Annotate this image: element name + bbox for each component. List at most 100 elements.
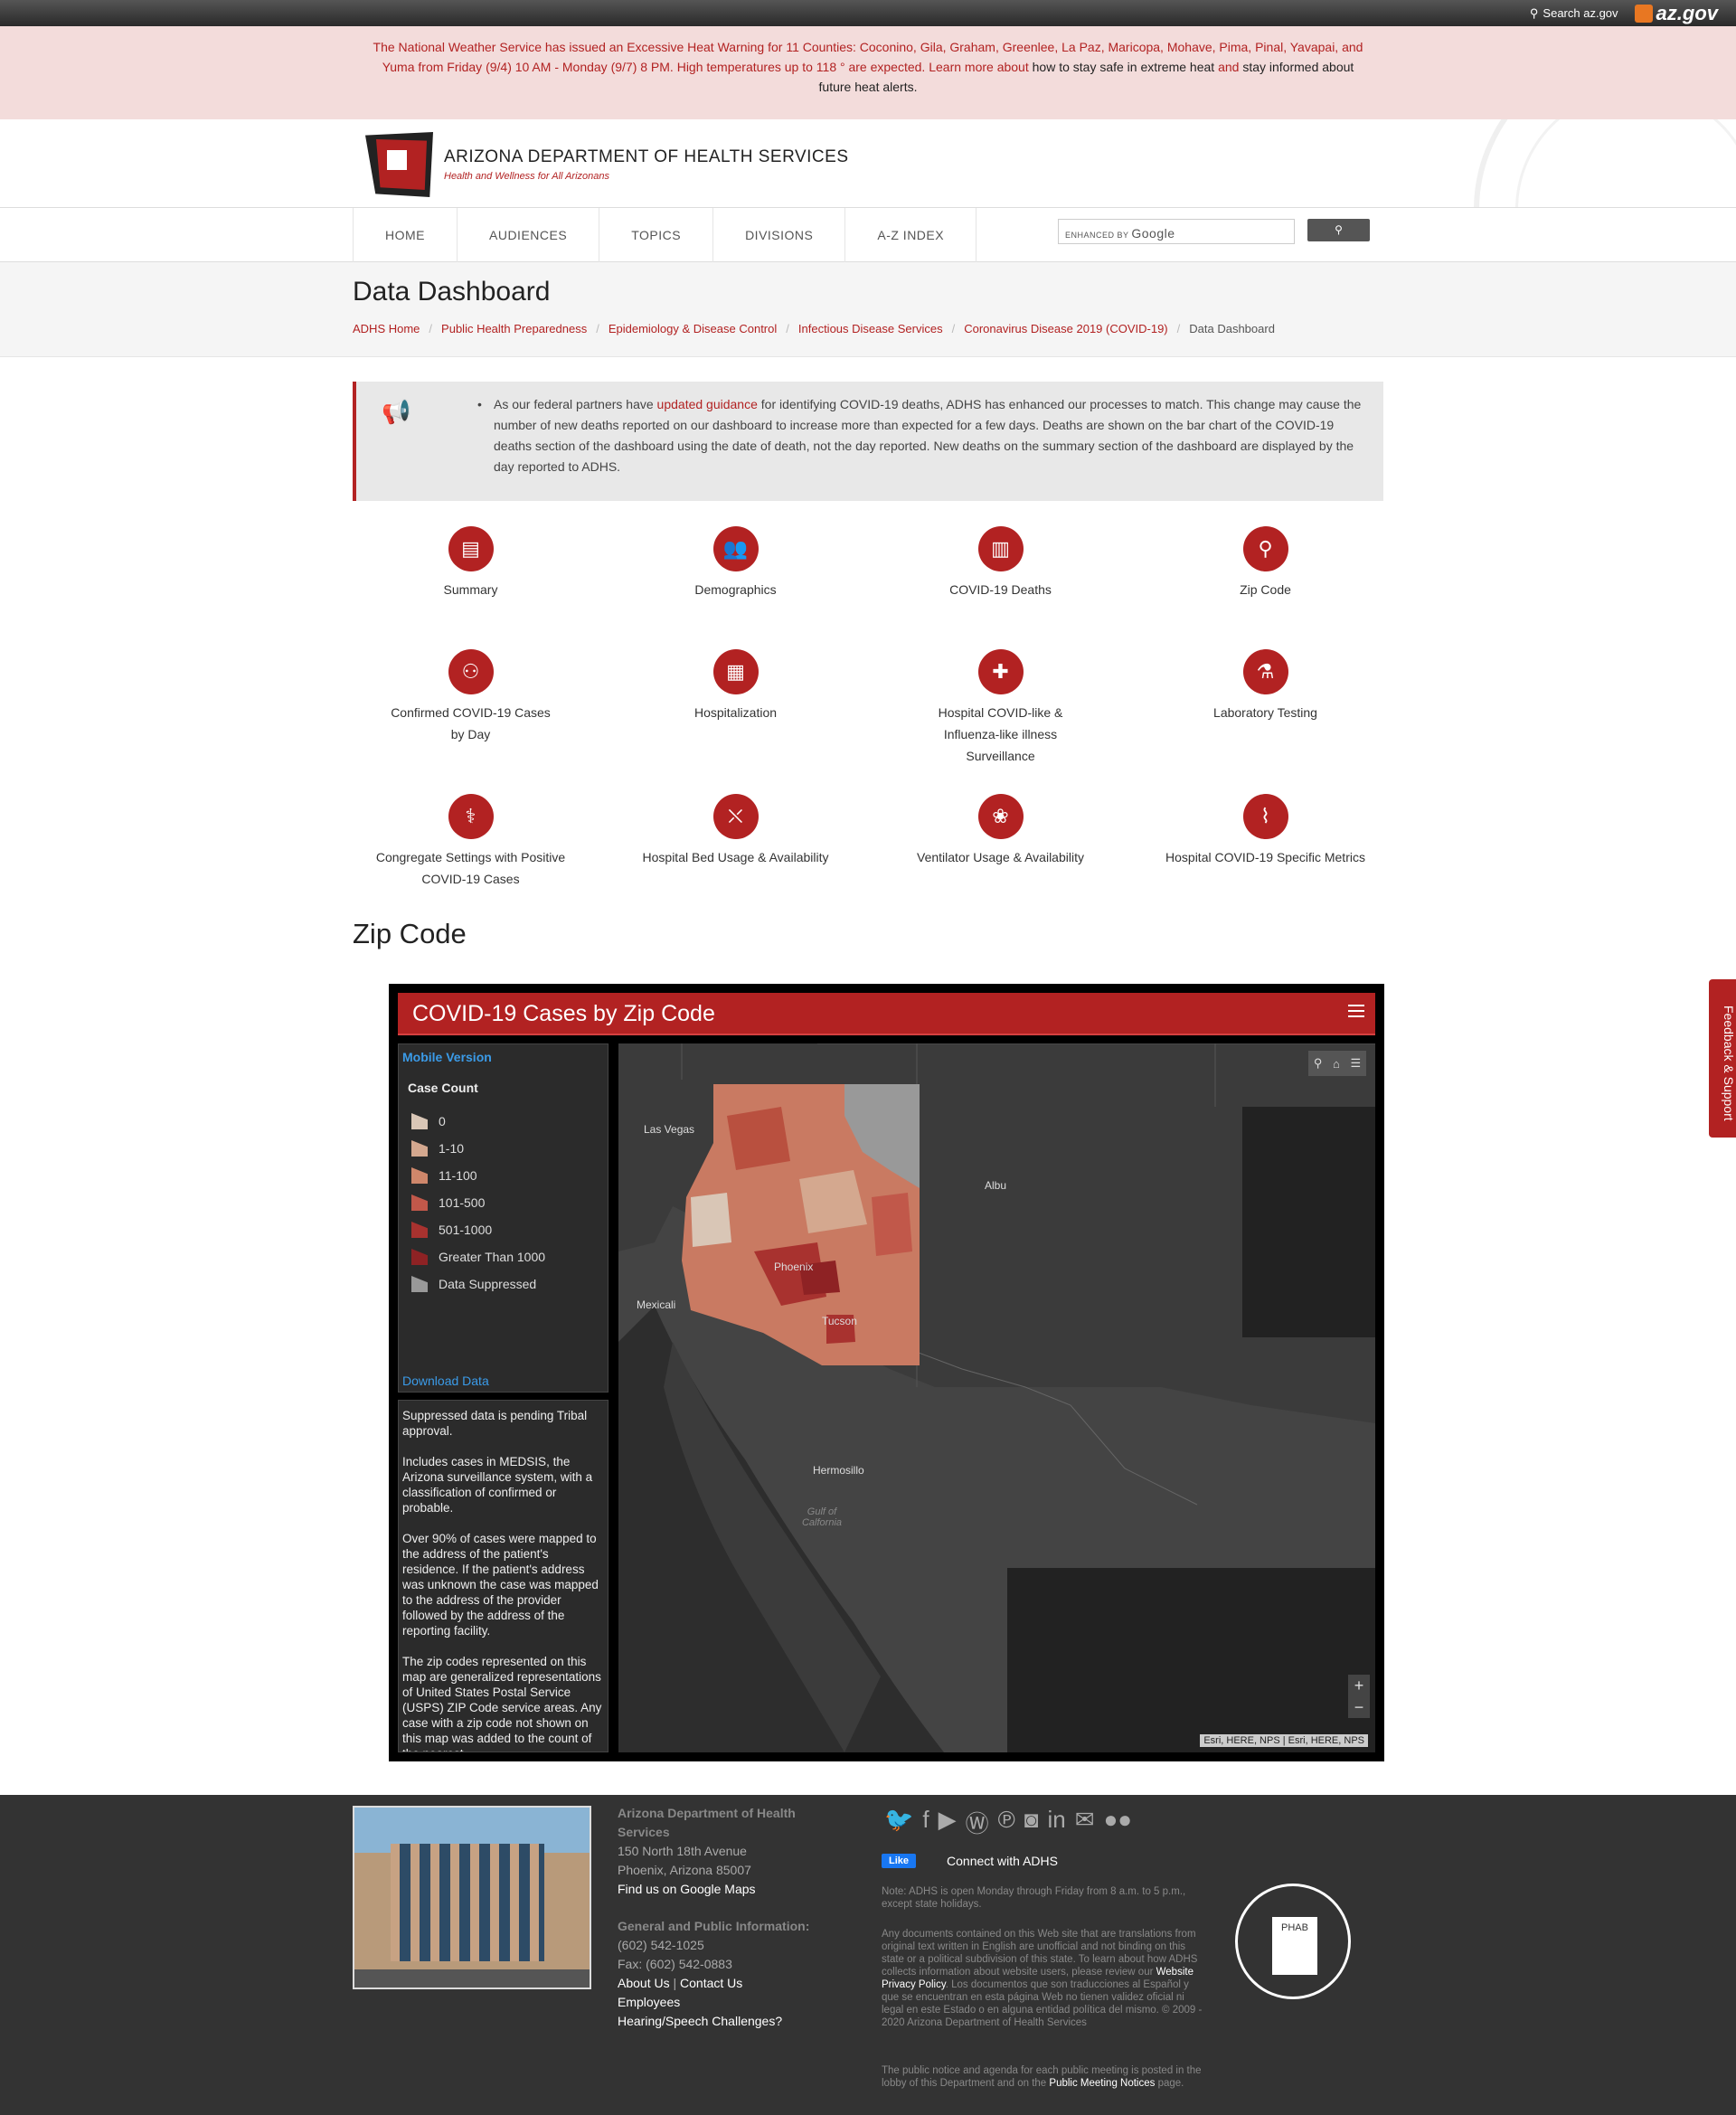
adhs-logo-mark: [365, 132, 433, 197]
summary-icon: ▤: [448, 526, 494, 571]
social-links: 🐦 f ▶ Ⓦ ℗ ◙ in ✉ ●●: [884, 1806, 1132, 1839]
breadcrumb-covid[interactable]: Coronavirus Disease 2019 (COVID-19): [964, 322, 1167, 335]
arizona-flag-icon: [1634, 4, 1653, 23]
breadcrumb-preparedness[interactable]: Public Health Preparedness: [441, 322, 587, 335]
legend-item: 0: [411, 1108, 545, 1135]
covid-deaths-notice: 📢 As our federal partners have updated g…: [353, 382, 1383, 501]
breadcrumb-current: Data Dashboard: [1189, 322, 1275, 335]
public-meeting-link[interactable]: Public Meeting Notices: [1049, 2078, 1155, 2089]
legend-swatch: [411, 1140, 428, 1157]
search-icon: ⚲: [1335, 223, 1343, 236]
place-phoenix: Phoenix: [774, 1261, 814, 1273]
google-search-input[interactable]: ENHANCED BY Google: [1058, 219, 1295, 244]
state-seal-watermark: [1474, 119, 1736, 207]
nav-home[interactable]: HOME: [353, 208, 457, 262]
search-button[interactable]: ⚲: [1307, 219, 1370, 241]
adhs-logo[interactable]: ARIZONA DEPARTMENT OF HEALTH SERVICES He…: [365, 132, 849, 197]
download-data-link[interactable]: Download Data: [402, 1374, 489, 1388]
zoom-in-button[interactable]: +: [1348, 1675, 1370, 1696]
public-meeting-note: The public notice and agenda for each pu…: [882, 2065, 1202, 2089]
hospital-icon: ✚: [977, 649, 1024, 694]
tile-bed-usage[interactable]: ⛌ Hospital Bed Usage & Availability: [603, 794, 868, 868]
search-icon[interactable]: ⚲: [1314, 1056, 1323, 1071]
tile-lab-testing[interactable]: ⚗ Laboratory Testing: [1133, 649, 1398, 723]
feedback-support-tab[interactable]: Feedback & Support: [1709, 979, 1736, 1138]
page-title-bar: Data Dashboard ADHS Home / Public Health …: [0, 262, 1736, 357]
contact-us-link[interactable]: Contact Us: [680, 1976, 742, 1990]
translation-disclaimer: Any documents contained on this Web site…: [882, 1929, 1203, 2028]
tile-demographics[interactable]: 👥 Demographics: [603, 526, 868, 600]
tile-congregate-settings[interactable]: ⚕ Congregate Settings with Positive COVID…: [371, 794, 571, 890]
legend-item: Data Suppressed: [411, 1270, 545, 1298]
place-las-vegas: Las Vegas: [644, 1123, 695, 1136]
tile-cases-by-day[interactable]: ⚇ Confirmed COVID-19 Cases by Day: [391, 649, 551, 745]
tile-zip-code[interactable]: ⚲ Zip Code: [1133, 526, 1398, 600]
map-view[interactable]: Las Vegas Albu Mexicali Phoenix Tucson H…: [618, 1043, 1375, 1752]
youtube-icon[interactable]: ▶: [939, 1806, 957, 1839]
tile-covid-deaths[interactable]: ▥ COVID-19 Deaths: [868, 526, 1133, 600]
zip-code-heading: Zip Code: [353, 918, 467, 949]
main-nav: HOME AUDIENCES TOPICS DIVISIONS A-Z INDE…: [0, 208, 1736, 262]
legend-item: 501-1000: [411, 1216, 545, 1243]
legend-title: Case Count: [408, 1081, 478, 1095]
breadcrumb-adhs-home[interactable]: ADHS Home: [353, 322, 420, 335]
lungs-icon: ❀: [977, 794, 1024, 839]
legend-swatch: [411, 1276, 428, 1292]
legend-item: Greater Than 1000: [411, 1243, 545, 1270]
hamburger-menu-icon[interactable]: [1348, 1005, 1364, 1017]
wordpress-icon[interactable]: Ⓦ: [966, 1806, 989, 1839]
breadcrumb-infectious[interactable]: Infectious Disease Services: [798, 322, 943, 335]
footer-contact: Arizona Department of Health Services 15…: [618, 1806, 810, 2028]
mobile-version-link[interactable]: Mobile Version: [402, 1050, 492, 1064]
legend-swatch: [411, 1113, 428, 1129]
legend-swatch: [411, 1167, 428, 1184]
employees-link[interactable]: Employees: [618, 1995, 680, 2009]
home-icon[interactable]: ⌂: [1333, 1057, 1340, 1071]
nav-az-index[interactable]: A-Z INDEX: [844, 208, 977, 262]
linkedin-icon[interactable]: in: [1048, 1806, 1066, 1839]
map-toolbar: ⚲ ⌂ ☰: [1308, 1051, 1366, 1076]
breadcrumb-epidemiology[interactable]: Epidemiology & Disease Control: [609, 322, 777, 335]
instagram-icon[interactable]: ◙: [1024, 1806, 1039, 1839]
tile-hospitalization[interactable]: ▦ Hospitalization: [603, 649, 868, 723]
like-button[interactable]: Like: [882, 1854, 917, 1868]
search-icon: ⚲: [1529, 5, 1539, 20]
email-icon[interactable]: ✉: [1075, 1806, 1095, 1839]
legend-item: 11-100: [411, 1162, 545, 1189]
heat-warning-alert: The National Weather Service has issued …: [0, 26, 1736, 119]
zoom-out-button[interactable]: −: [1348, 1696, 1370, 1718]
page-title: Data Dashboard: [353, 277, 551, 307]
nav-divisions[interactable]: DIVISIONS: [712, 208, 844, 262]
azgov-search[interactable]: ⚲ Search az.gov: [1530, 6, 1618, 21]
tile-ili-surveillance[interactable]: ✚ Hospital COVID-like & Influenza-like il…: [931, 649, 1070, 767]
basemap: [618, 1043, 1375, 1752]
place-tucson: Tucson: [822, 1315, 857, 1327]
phab-accreditation-seal: [1235, 1884, 1351, 1999]
demographics-icon: 👥: [712, 526, 759, 571]
updated-guidance-link[interactable]: updated guidance: [657, 397, 758, 411]
site-header: ARIZONA DEPARTMENT OF HEALTH SERVICES He…: [0, 119, 1736, 208]
tile-hospital-metrics[interactable]: ⌇ Hospital COVID-19 Specific Metrics: [1133, 794, 1398, 868]
place-mexicali: Mexicali: [637, 1298, 676, 1311]
layer-list-icon[interactable]: ☰: [1350, 1056, 1361, 1071]
about-us-link[interactable]: About Us: [618, 1976, 670, 1990]
google-maps-link[interactable]: Find us on Google Maps: [618, 1882, 756, 1896]
tile-ventilator-usage[interactable]: ❀ Ventilator Usage & Availability: [868, 794, 1133, 868]
twitter-icon[interactable]: 🐦: [884, 1806, 913, 1839]
nav-topics[interactable]: TOPICS: [599, 208, 712, 262]
heat-safety-link[interactable]: how to stay safe in extreme heat: [1033, 60, 1215, 74]
flickr-icon[interactable]: ●●: [1104, 1806, 1132, 1839]
connect-label: Connect with ADHS: [947, 1854, 1058, 1868]
azgov-logo[interactable]: az.gov: [1634, 2, 1718, 25]
map-app-header: COVID-19 Cases by Zip Code: [398, 993, 1375, 1035]
legend-swatch: [411, 1194, 428, 1211]
zip-code-icon: ⚲: [1242, 526, 1288, 571]
pinterest-icon[interactable]: ℗: [998, 1806, 1015, 1839]
hearing-speech-link[interactable]: Hearing/Speech Challenges?: [618, 2014, 782, 2028]
facebook-icon[interactable]: f: [922, 1806, 929, 1839]
legend-swatch: [411, 1222, 428, 1238]
tile-summary[interactable]: ▤ Summary: [338, 526, 603, 600]
map-info-panel[interactable]: Suppressed data is pending Tribal approv…: [398, 1400, 609, 1752]
nav-audiences[interactable]: AUDIENCES: [457, 208, 599, 262]
heat-alerts-link[interactable]: stay informed about: [1242, 60, 1354, 74]
